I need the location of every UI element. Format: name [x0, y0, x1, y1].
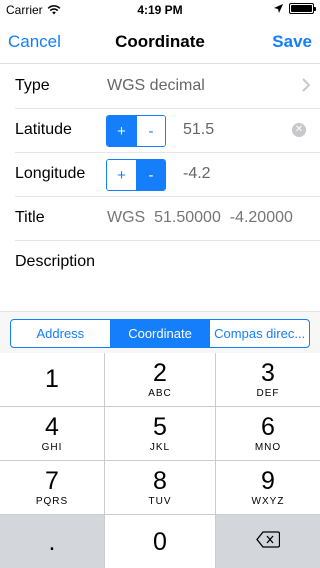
key-number: 3: [261, 359, 275, 387]
key-1[interactable]: 1: [0, 353, 104, 406]
key-number: 7: [45, 467, 59, 495]
segment-address[interactable]: Address: [11, 320, 110, 347]
key-number: .: [48, 527, 56, 556]
save-button[interactable]: Save: [272, 32, 312, 52]
longitude-plus-button[interactable]: +: [107, 160, 136, 190]
status-right-group: [274, 3, 316, 14]
chevron-right-icon: [302, 78, 311, 97]
title-row: Title: [15, 197, 320, 241]
longitude-label: Longitude: [15, 165, 86, 182]
description-label: Description: [15, 253, 96, 270]
input-mode-segmented-control[interactable]: Address Coordinate Compas direc...: [10, 319, 310, 348]
latitude-value[interactable]: 51.5: [183, 121, 214, 139]
latitude-sign-toggle[interactable]: + -: [106, 115, 166, 147]
longitude-minus-button[interactable]: -: [135, 160, 165, 190]
key-3[interactable]: 3 DEF: [216, 353, 320, 406]
key-letters: DEF: [256, 388, 280, 399]
key-2[interactable]: 2 ABC: [105, 353, 215, 406]
key-4[interactable]: 4 GHI: [0, 407, 104, 460]
key-number: 4: [45, 413, 59, 441]
key-letters: MNO: [254, 442, 282, 453]
key-5[interactable]: 5 JKL: [105, 407, 215, 460]
key-letters: TUV: [148, 496, 172, 507]
latitude-row: Latitude + - 51.5 ✕: [15, 109, 320, 153]
key-number: 6: [261, 413, 275, 441]
coordinate-form: Type WGS decimal Latitude + - 51.5 ✕ Lon…: [0, 65, 320, 311]
key-letters: JKL: [149, 442, 171, 453]
status-bar: Carrier 4:19 PM: [0, 0, 320, 20]
key-decimal-point[interactable]: .: [0, 515, 104, 568]
key-number: 8: [153, 467, 167, 495]
key-letters: ABC: [148, 388, 172, 399]
description-row[interactable]: Description: [15, 241, 320, 311]
battery-icon: [289, 3, 316, 14]
status-time: 4:19 PM: [137, 3, 183, 17]
key-letters: PQRS: [35, 496, 69, 507]
key-letters: GHI: [41, 442, 63, 453]
key-7[interactable]: 7 PQRS: [0, 461, 104, 514]
key-8[interactable]: 8 TUV: [105, 461, 215, 514]
key-number: 5: [153, 413, 167, 441]
title-input[interactable]: [107, 209, 312, 227]
numeric-keypad: 1 2 ABC 3 DEF 4 GHI 5 JKL 6 MNO 7 PQRS 8 TUV 9W…: [0, 353, 320, 568]
key-delete[interactable]: [216, 515, 320, 568]
location-arrow-icon: [274, 4, 283, 13]
key-number: 0: [153, 527, 167, 556]
type-row[interactable]: Type WGS decimal: [15, 65, 320, 109]
longitude-value[interactable]: -4.2: [183, 165, 211, 183]
type-value: WGS decimal: [107, 77, 205, 94]
key-number: 1: [45, 364, 59, 393]
longitude-row: Longitude + - -4.2: [15, 153, 320, 197]
latitude-minus-button[interactable]: -: [135, 116, 165, 146]
navigation-bar: Cancel Coordinate Save: [0, 20, 320, 64]
clear-icon[interactable]: ✕: [292, 123, 306, 137]
key-0[interactable]: 0: [105, 515, 215, 568]
key-9[interactable]: 9 WXYZ: [216, 461, 320, 514]
input-mode-bar: Address Coordinate Compas direc...: [0, 311, 320, 354]
backspace-icon: [256, 530, 281, 553]
segment-compass-direction[interactable]: Compas direc...: [209, 320, 309, 347]
key-number: 9: [261, 467, 275, 495]
latitude-plus-button[interactable]: +: [107, 116, 136, 146]
latitude-label: Latitude: [15, 121, 72, 138]
segment-coordinate[interactable]: Coordinate: [109, 320, 210, 347]
key-number: 2: [153, 359, 167, 387]
type-label: Type: [15, 77, 50, 94]
longitude-sign-toggle[interactable]: + -: [106, 159, 166, 191]
key-letters: WXYZ: [251, 496, 285, 507]
key-6[interactable]: 6 MNO: [216, 407, 320, 460]
title-label: Title: [15, 209, 45, 226]
